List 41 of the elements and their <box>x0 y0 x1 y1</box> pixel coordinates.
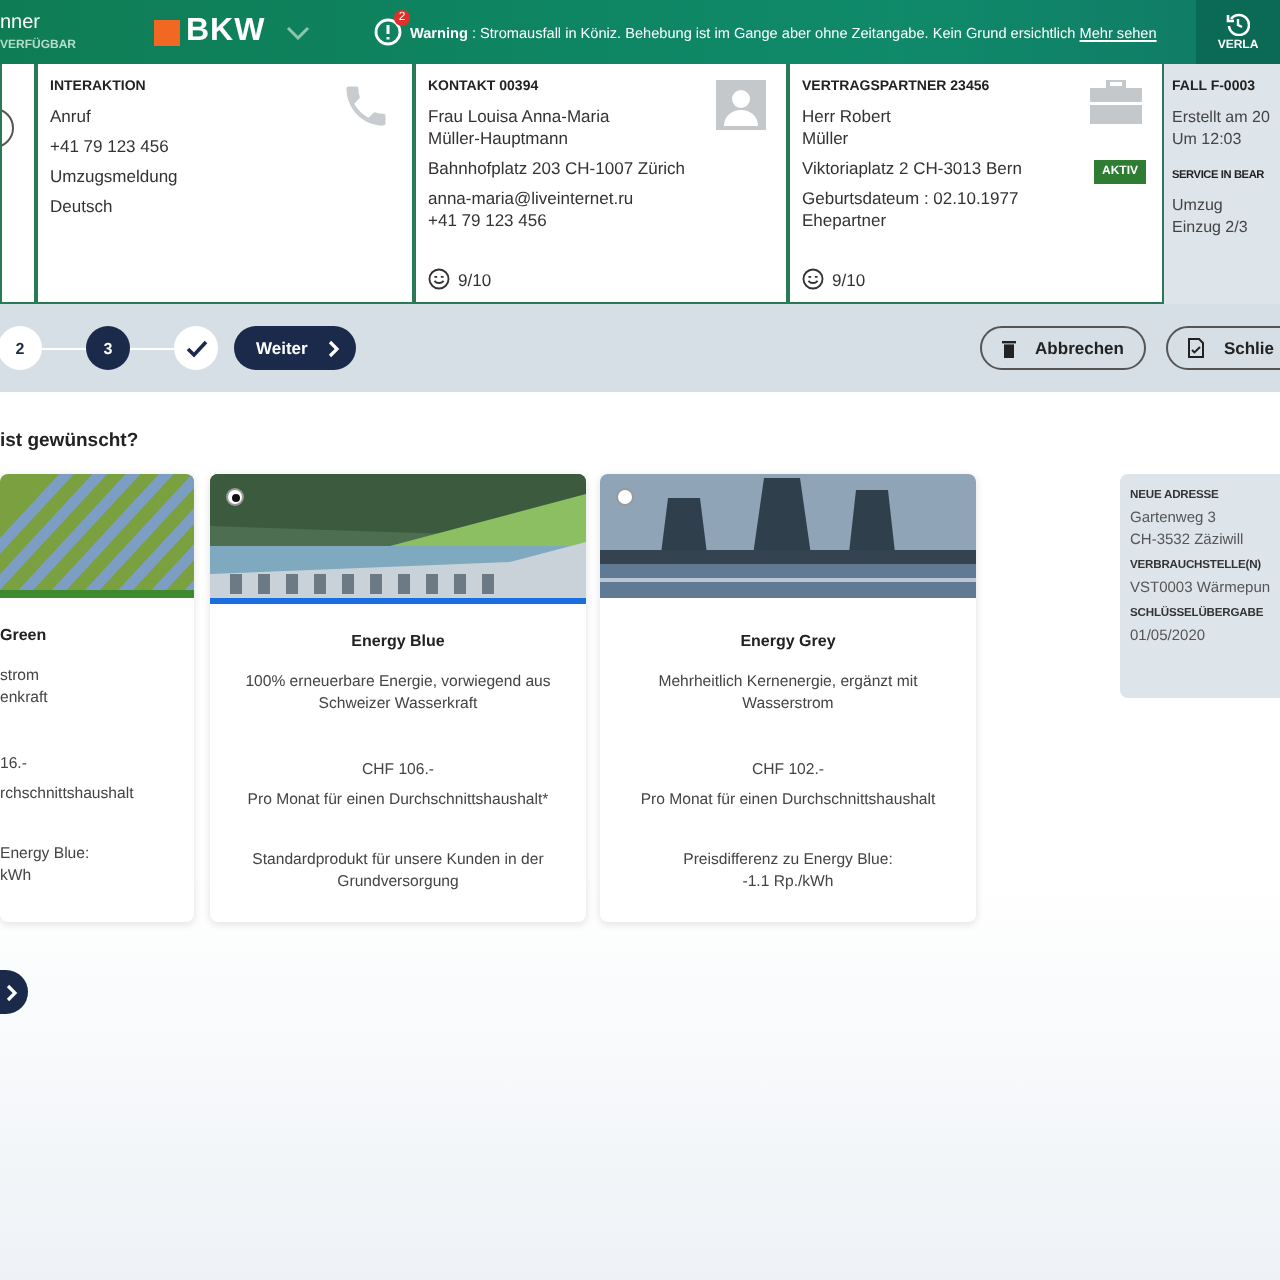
contact-email: anna-maria@liveinternet.ru <box>428 188 634 210</box>
birth-date: Geburtsdateum : 02.10.1977 <box>802 188 1019 210</box>
alert-icon[interactable] <box>374 18 402 46</box>
user-name: nner <box>0 12 43 34</box>
cancel-button[interactable]: Abbrechen <box>979 326 1146 370</box>
history-icon <box>1226 12 1250 36</box>
chevron-down-icon[interactable] <box>286 25 310 39</box>
question-heading: ist gewünscht? <box>0 430 141 452</box>
smiley-icon <box>428 268 450 290</box>
interaction-detail: Deutsch <box>50 196 113 218</box>
service-detail: Umzug <box>1172 194 1223 216</box>
logo: BKW <box>154 14 286 50</box>
next-button[interactable]: Weiter <box>234 326 356 370</box>
contact-address: Bahnhofplatz 203 CH-1007 Zürich <box>428 158 686 180</box>
interaction-detail: +41 79 123 456 <box>50 136 169 158</box>
trash-icon <box>1001 339 1016 357</box>
chevron-right-icon <box>6 983 18 1001</box>
contact-phone: +41 79 123 456 <box>428 210 547 232</box>
product-name: Energy Grey <box>740 632 836 650</box>
satisfaction-score: 9/10 <box>832 269 866 289</box>
smiley-icon <box>802 268 824 290</box>
step-indicator[interactable]: 2 <box>0 326 42 370</box>
contact-name: Frau Louisa Anna-Maria Müller-Hauptmann <box>428 106 612 150</box>
chevron-right-icon <box>327 339 340 357</box>
step-indicator[interactable]: 3 <box>86 326 130 370</box>
interaction-detail: Anruf <box>50 106 91 128</box>
relation: Ehepartner <box>802 210 887 232</box>
case-time: Um 12:03 <box>1172 128 1242 150</box>
satisfaction-score: 9/10 <box>458 269 492 289</box>
product-name: Green <box>0 626 47 644</box>
partner-address: Viktoriaplatz 2 CH-3013 Bern <box>802 158 1022 180</box>
close-case-button[interactable]: Schlie <box>1165 326 1280 370</box>
product-name: Energy Blue <box>351 632 445 650</box>
partner-name: Herr Robert Müller <box>802 106 893 150</box>
step-indicator[interactable] <box>174 326 218 370</box>
case-created: Erstellt am 20 <box>1172 106 1270 128</box>
avatar-icon <box>716 80 766 130</box>
interaction-detail: Umzugsmeldung <box>50 166 178 188</box>
briefcase-icon <box>1090 80 1142 124</box>
service-detail: Einzug 2/3 <box>1172 216 1248 238</box>
document-check-icon <box>1187 338 1204 358</box>
